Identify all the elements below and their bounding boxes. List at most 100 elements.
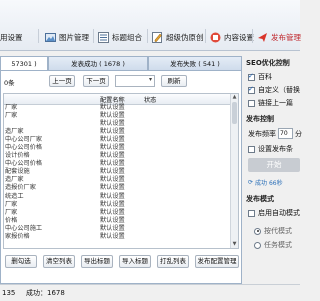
- pager-count: 0条: [4, 79, 15, 87]
- table-row[interactable]: 统造工 默认设置: [4, 193, 232, 201]
- toolbar-rewrite-button[interactable]: 超级伪原创: [152, 28, 204, 46]
- row-title: 厂家: [5, 208, 18, 216]
- toolbar-settings-button[interactable]: 用设置: [0, 28, 23, 46]
- link-prev-option[interactable]: 链接上一篇: [248, 98, 293, 108]
- toolbar-divider: [205, 29, 206, 43]
- success-text: 成功 66秒: [255, 180, 283, 187]
- publish-heading: 发布控制: [246, 115, 274, 123]
- tab-success-label: 发表成功 ( 1678 ): [71, 60, 125, 68]
- row-title: 中心公司施工: [5, 224, 43, 232]
- tab-failed[interactable]: 发布失败 ( 541 ): [148, 56, 242, 70]
- control-panel: SEO优化控制 百科 自定义（替换 链接上一篇 发布控制 发布频率 70 分 设…: [244, 52, 302, 284]
- link-prev-label: 链接上一篇: [258, 99, 293, 107]
- article-list-panel: 0条 上一页 下一页 刷新 配置名称 状态 厂家默认设置 厂家默认设置 默认设置…: [0, 70, 242, 284]
- row-title: 厂家: [5, 112, 18, 120]
- tab-strip: 57301 ) 发表成功 ( 1678 ) 发布失败 ( 541 ): [0, 56, 242, 70]
- start-label: 开始: [266, 160, 282, 169]
- rotate-mode-option[interactable]: 按代模式: [254, 226, 292, 236]
- import-titles-label: 导入标题: [122, 257, 148, 265]
- status-count: 135: [2, 289, 16, 297]
- page-select[interactable]: [115, 75, 155, 87]
- grid-scrollbar[interactable]: ▲ ▼: [230, 94, 238, 248]
- frequency-row: 发布频率 70 分: [248, 128, 302, 139]
- edit-icon: [152, 31, 162, 43]
- publish-config-button[interactable]: 发布配置管理: [195, 255, 239, 268]
- toolbar-divider: [147, 29, 148, 43]
- table-row[interactable]: 厂家 默认设置: [4, 209, 232, 217]
- toolbar-divider: [93, 29, 94, 43]
- row-title: 价格: [5, 216, 18, 224]
- row-config: 默认设置: [100, 112, 125, 120]
- task-mode-radio[interactable]: [254, 241, 261, 249]
- table-row[interactable]: 价格 默认设置: [4, 217, 232, 225]
- frequency-input[interactable]: 70: [278, 128, 293, 139]
- custom-replace-checkbox[interactable]: [248, 85, 255, 94]
- toolbar-settings-label: 用设置: [0, 32, 23, 42]
- table-row[interactable]: 造报价厂家 默认设置: [4, 184, 232, 192]
- baike-checkbox[interactable]: [248, 72, 255, 81]
- table-row[interactable]: 厂家 默认设置: [4, 112, 232, 120]
- tab-success[interactable]: 发表成功 ( 1678 ): [48, 56, 148, 70]
- status-success: 成功：1678: [26, 289, 65, 297]
- table-row[interactable]: 造厂家 默认设置: [4, 128, 232, 136]
- delete-checked-label: 删勾选: [11, 257, 31, 265]
- auto-mode-option[interactable]: 启用自动模式: [248, 208, 300, 218]
- link-prev-checkbox[interactable]: [248, 99, 255, 107]
- baike-option[interactable]: 百科: [248, 72, 272, 82]
- delete-checked-button[interactable]: 删勾选: [5, 255, 37, 268]
- toolbar-publish-button[interactable]: 发布管理: [257, 28, 301, 46]
- toolbar-content-settings-label: 内容设置: [224, 32, 254, 42]
- clear-list-button[interactable]: 清空列表: [43, 255, 75, 268]
- refresh-button[interactable]: 刷新: [161, 75, 187, 87]
- table-row[interactable]: 家报价格 默认设置: [4, 233, 232, 241]
- row-title: 厂家: [5, 104, 18, 111]
- toolbar-title-combine-label: 标题组合: [112, 32, 142, 42]
- success-status: ⟳ 成功 66秒: [248, 178, 283, 187]
- import-titles-button[interactable]: 导入标题: [119, 255, 151, 268]
- scroll-up-icon[interactable]: ▲: [231, 94, 238, 101]
- custom-replace-option[interactable]: 自定义（替换: [248, 85, 300, 95]
- list-icon: [98, 31, 109, 43]
- article-grid: 配置名称 状态 厂家 默认设置 厂家 默认设置 默认设置 造厂家 默认设置 中心公司厂…: [3, 93, 239, 249]
- toolbar-title-combine-button[interactable]: 标题组合: [98, 28, 142, 46]
- schedule-option[interactable]: 设置发布条: [248, 144, 293, 154]
- next-page-button[interactable]: 下一页: [83, 75, 109, 87]
- table-row[interactable]: 厂家 默认设置: [4, 104, 232, 112]
- row-config: 默认设置: [100, 216, 125, 224]
- success-icon: ⟳: [248, 179, 254, 186]
- shuffle-list-button[interactable]: 打乱列表: [157, 255, 189, 268]
- toolbar-content-settings-button[interactable]: 内容设置: [210, 28, 254, 46]
- tab-all-label: 57301 ): [11, 60, 37, 68]
- task-mode-option[interactable]: 任务模式: [254, 240, 292, 250]
- toolbar-images-label: 图片管理: [59, 32, 89, 42]
- start-button[interactable]: 开始: [248, 158, 300, 172]
- column-header-config[interactable]: 配置名称: [100, 95, 125, 104]
- tab-all[interactable]: 57301 ): [0, 56, 48, 70]
- clear-list-label: 清空列表: [46, 257, 72, 265]
- schedule-checkbox[interactable]: [248, 145, 255, 153]
- table-row[interactable]: 默认设置: [4, 120, 232, 128]
- auto-mode-checkbox[interactable]: [248, 209, 255, 217]
- row-config: 默认设置: [100, 184, 125, 192]
- prev-page-button[interactable]: 上一页: [49, 75, 75, 87]
- baike-label: 百科: [258, 73, 272, 81]
- toolbar-images-button[interactable]: 图片管理: [45, 28, 89, 46]
- export-titles-button[interactable]: 导出标题: [81, 255, 113, 268]
- grid-rows: 厂家 默认设置 厂家 默认设置 默认设置 造厂家 默认设置 中心公司厂家 默认设置 中心…: [4, 104, 232, 241]
- rotate-mode-radio[interactable]: [254, 227, 261, 235]
- toolbar-publish-label: 发布管理: [271, 32, 301, 42]
- status-bar: 135 成功：1678: [0, 284, 300, 301]
- column-header-status[interactable]: 状态: [144, 95, 156, 104]
- scroll-thumb[interactable]: [232, 102, 237, 124]
- table-row[interactable]: 厂家 默认设置: [4, 201, 232, 209]
- image-icon: [45, 32, 56, 42]
- toolbar-divider: [252, 29, 253, 43]
- export-titles-label: 导出标题: [84, 257, 110, 265]
- next-page-label: 下一页: [86, 77, 106, 85]
- table-row[interactable]: 中心公司施工 默认设置: [4, 225, 232, 233]
- scroll-down-icon[interactable]: ▼: [231, 241, 238, 248]
- row-title: 厂家: [5, 200, 18, 208]
- custom-replace-label: 自定义（替换: [258, 86, 300, 94]
- auto-mode-label: 启用自动模式: [258, 209, 300, 217]
- row-config: 默认设置: [100, 104, 125, 111]
